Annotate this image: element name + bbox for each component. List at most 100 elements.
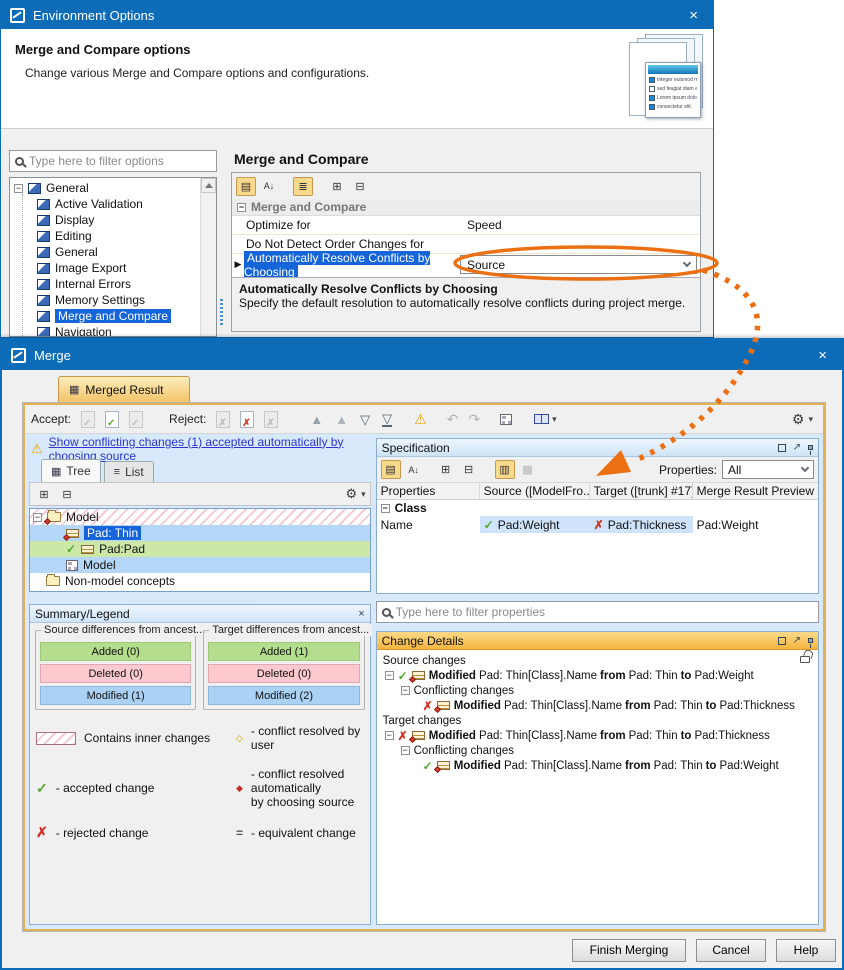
cancel-button[interactable]: Cancel xyxy=(696,939,766,962)
options-filter[interactable] xyxy=(9,150,217,172)
pin-icon[interactable] xyxy=(808,638,813,643)
collapse-icon[interactable]: − xyxy=(401,686,410,695)
tree-node-pad-pad[interactable]: ✓ Pad:Pad xyxy=(30,541,370,557)
diagram-icon[interactable] xyxy=(500,414,512,425)
collapse-icon[interactable]: − xyxy=(385,671,394,680)
dependency-matrix-icon[interactable]: ▩ xyxy=(518,460,538,479)
help-button[interactable]: Help xyxy=(776,939,836,962)
tree-node-non-model[interactable]: Non-model concepts xyxy=(30,573,370,589)
env-titlebar[interactable]: Environment Options × xyxy=(1,1,713,29)
settings-menu[interactable]: ⚙ ▾ xyxy=(792,411,813,428)
redo-icon[interactable]: ↷ xyxy=(468,411,480,428)
scroll-up-icon[interactable] xyxy=(201,178,216,193)
spec-group-row[interactable]: − Class xyxy=(377,500,818,516)
collapse-all-icon[interactable]: ⊟ xyxy=(350,177,370,196)
env-close-icon[interactable]: × xyxy=(683,6,704,25)
tree-item-merge-and-compare[interactable]: Merge and Compare xyxy=(10,308,199,324)
dropdown-icon[interactable]: ▾ xyxy=(552,414,557,425)
summary-legend-titlebar[interactable]: Summary/Legend × xyxy=(30,605,370,623)
reject-change-icon[interactable]: ✗ xyxy=(216,411,230,428)
tree-options-menu[interactable]: ⚙ ▾ xyxy=(345,486,365,502)
options-filter-input[interactable] xyxy=(29,154,211,168)
splitter-handle[interactable] xyxy=(220,299,223,325)
collapse-all-icon[interactable]: ⊟ xyxy=(459,460,479,479)
change-details-titlebar[interactable]: Change Details ↗ xyxy=(377,632,818,650)
tree-item[interactable]: Memory Settings xyxy=(10,292,199,308)
show-description-icon[interactable]: ≣ xyxy=(293,177,313,196)
show-conflicts-icon[interactable]: ⚠ xyxy=(414,412,427,426)
collapse-icon[interactable]: − xyxy=(401,746,410,755)
property-row-auto-resolve[interactable]: ▶ Automatically Resolve Conflicts by Cho… xyxy=(232,254,700,275)
categorized-view-icon[interactable]: ▤ xyxy=(236,177,256,196)
tree-item[interactable]: Navigation xyxy=(10,324,199,337)
gear-icon[interactable]: ⚙ xyxy=(345,486,357,502)
merge-titlebar[interactable]: Merge × xyxy=(2,340,842,370)
properties-filter[interactable] xyxy=(376,601,819,623)
property-row-optimize-for[interactable]: Optimize for Speed xyxy=(232,216,700,235)
tree-item[interactable]: Editing xyxy=(10,228,199,244)
float-icon[interactable]: ↗ xyxy=(793,443,801,453)
tree-node-pad-thin[interactable]: Pad: Thin xyxy=(30,525,370,541)
resolve-conflicts-dropdown[interactable]: Source xyxy=(460,255,697,274)
reject-with-children-icon[interactable]: ✗ xyxy=(240,411,254,428)
accept-change-icon[interactable]: ✓ xyxy=(81,411,95,428)
dictionary-icon[interactable] xyxy=(534,414,549,424)
tree-item[interactable]: General xyxy=(10,244,199,260)
collapse-icon[interactable]: − xyxy=(14,184,23,193)
reject-all-icon[interactable]: ✗ xyxy=(264,411,278,428)
filter-changes-icon[interactable]: ▥ xyxy=(495,460,515,479)
tree-item[interactable]: Image Export xyxy=(10,260,199,276)
sort-alphabetically-icon[interactable]: A↓ xyxy=(404,460,424,479)
collapse-icon[interactable]: − xyxy=(381,504,390,513)
spec-name-row[interactable]: Name ✓Pad:Weight ✗Pad:Thickness Pad:Weig… xyxy=(377,516,818,533)
tree-node-model-diagram[interactable]: Model xyxy=(30,557,370,573)
undo-icon[interactable]: ↶ xyxy=(447,411,459,428)
go-last-icon[interactable]: ▽ xyxy=(382,412,392,427)
collapse-icon[interactable]: − xyxy=(33,513,42,522)
tab-tree[interactable]: ▦ Tree xyxy=(41,459,101,482)
close-icon[interactable]: × xyxy=(358,608,364,620)
conflicting-changes-node[interactable]: − Conflicting changes xyxy=(379,743,816,758)
categorized-view-icon[interactable]: ▤ xyxy=(381,460,401,479)
tree-item-general-root[interactable]: − General xyxy=(10,180,199,196)
maximize-icon[interactable] xyxy=(778,444,786,452)
tab-merged-result[interactable]: ▦ Merged Result xyxy=(58,376,190,402)
conflicting-changes-node[interactable]: − Conflicting changes xyxy=(379,683,816,698)
tree-item[interactable]: Display xyxy=(10,212,199,228)
pin-icon[interactable] xyxy=(808,445,813,450)
dialog-button-bar: Finish Merging Cancel Help xyxy=(2,932,842,968)
expand-all-icon[interactable]: ⊞ xyxy=(436,460,456,479)
sort-alphabetically-icon[interactable]: A↓ xyxy=(259,177,279,196)
tab-list[interactable]: ≡ List xyxy=(104,461,154,482)
change-row[interactable]: − ✓ ModifiedPad: Thin[Class].NamefromPad… xyxy=(379,668,816,683)
expand-all-icon[interactable]: ⊞ xyxy=(34,485,54,504)
collapse-icon[interactable]: − xyxy=(237,203,246,212)
change-row[interactable]: ✗ ModifiedPad: Thin[Class].NamefromPad: … xyxy=(379,698,816,713)
maximize-icon[interactable] xyxy=(778,637,786,645)
properties-filter-input[interactable] xyxy=(396,605,813,619)
properties-filter-dropdown[interactable]: All xyxy=(722,460,814,479)
property-group-header[interactable]: − Merge and Compare xyxy=(232,199,700,216)
accept-label: Accept: xyxy=(31,412,71,426)
go-previous-icon[interactable]: ▲ xyxy=(335,413,348,426)
accept-all-icon[interactable]: ✓ xyxy=(129,411,143,428)
float-icon[interactable]: ↗ xyxy=(793,636,801,646)
go-next-icon[interactable]: ▽ xyxy=(360,413,370,426)
tree-scrollbar[interactable] xyxy=(200,178,216,336)
collapse-all-icon[interactable]: ⊟ xyxy=(57,485,77,504)
rejected-icon: ✗ xyxy=(594,518,604,532)
collapse-icon[interactable]: − xyxy=(385,731,394,740)
expand-all-icon[interactable]: ⊞ xyxy=(327,177,347,196)
change-row[interactable]: ✓ ModifiedPad: Thin[Class].NamefromPad: … xyxy=(379,758,816,773)
merge-close-icon[interactable]: × xyxy=(812,346,833,365)
tree-item[interactable]: Internal Errors xyxy=(10,276,199,292)
go-first-icon[interactable]: ▲ xyxy=(310,413,323,426)
gear-icon[interactable]: ⚙ xyxy=(792,411,805,428)
finish-merging-button[interactable]: Finish Merging xyxy=(572,939,686,962)
specification-titlebar[interactable]: Specification ↗ xyxy=(377,439,818,457)
change-row[interactable]: − ✗ ModifiedPad: Thin[Class].NamefromPad… xyxy=(379,728,816,743)
unlock-icon[interactable] xyxy=(800,656,810,663)
tree-item[interactable]: Active Validation xyxy=(10,196,199,212)
tree-node-model-root[interactable]: − Model xyxy=(30,509,370,525)
accept-with-children-icon[interactable]: ✓ xyxy=(105,411,119,428)
